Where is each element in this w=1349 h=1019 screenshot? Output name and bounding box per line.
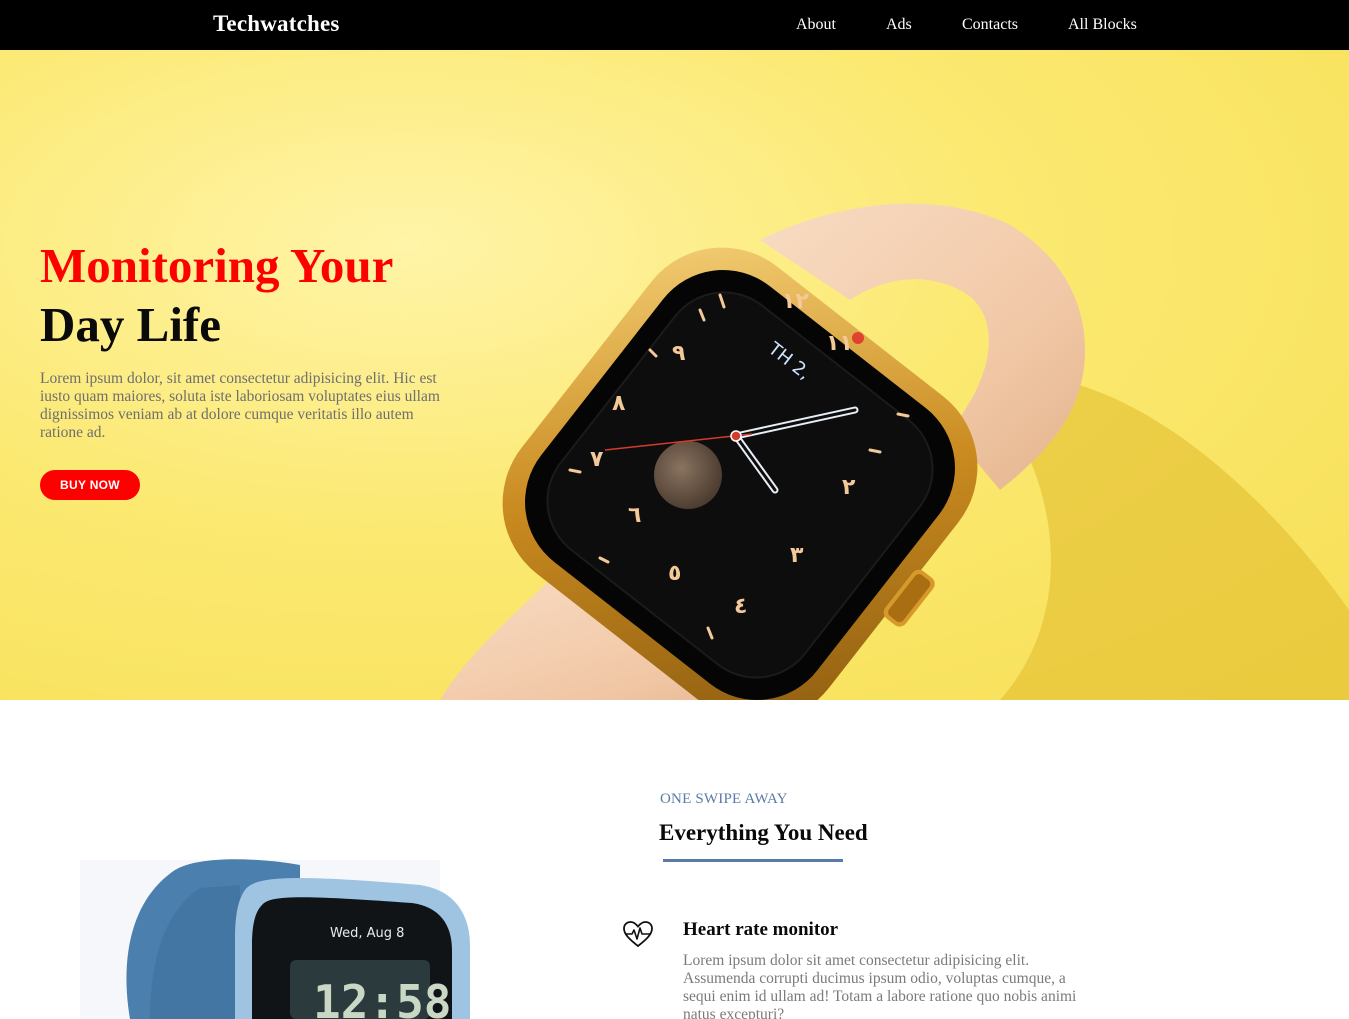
- nav-link-contacts[interactable]: Contacts: [962, 16, 1018, 34]
- svg-text:٦: ٦: [628, 503, 641, 528]
- hero-title-line-1: Monitoring Your: [40, 238, 394, 293]
- section-title: Everything You Need: [659, 820, 868, 845]
- svg-text:٤: ٤: [734, 594, 747, 619]
- svg-text:٨: ٨: [612, 391, 626, 416]
- product-screen-time: 12:58: [313, 975, 451, 1019]
- nav-link-ads[interactable]: Ads: [886, 16, 912, 34]
- hero-title: Monitoring Your Day Life: [40, 236, 393, 354]
- nav-links: About Ads Contacts All Blocks: [0, 16, 1349, 36]
- hero-section: ٩ ٨ ٧ ٦ ٥ ٤ ٣ ٢ ١١ ١٢ TH 2, Monitoring Y…: [0, 50, 1349, 700]
- nav-link-all-blocks[interactable]: All Blocks: [1068, 16, 1137, 34]
- svg-text:١١: ١١: [826, 331, 853, 356]
- heart-rate-icon: [623, 921, 653, 948]
- svg-text:٢: ٢: [842, 475, 856, 500]
- hero-description: Lorem ipsum dolor, sit amet consectetur …: [40, 370, 440, 441]
- title-underline-divider: [663, 859, 843, 862]
- svg-text:٩: ٩: [672, 341, 685, 366]
- hero-title-line-2: Day Life: [40, 297, 221, 352]
- svg-text:٧: ٧: [590, 447, 604, 472]
- product-watch-image: Wed, Aug 8 12:58: [80, 859, 470, 1019]
- buy-now-button[interactable]: BUY NOW: [40, 470, 140, 500]
- svg-text:٥: ٥: [668, 561, 681, 586]
- feature-title: Heart rate monitor: [683, 919, 839, 940]
- top-navbar: Techwatches About Ads Contacts All Block…: [0, 0, 1349, 50]
- svg-text:٣: ٣: [790, 543, 804, 568]
- product-screen-date: Wed, Aug 8: [330, 926, 404, 941]
- features-section: Wed, Aug 8 12:58 ONE SWIPE AWAY Everythi…: [0, 700, 1349, 1019]
- nav-link-about[interactable]: About: [796, 16, 836, 34]
- feature-description: Lorem ipsum dolor sit amet consectetur a…: [683, 952, 1077, 1019]
- section-eyebrow: ONE SWIPE AWAY: [660, 791, 788, 807]
- svg-text:١٢: ١٢: [782, 289, 809, 314]
